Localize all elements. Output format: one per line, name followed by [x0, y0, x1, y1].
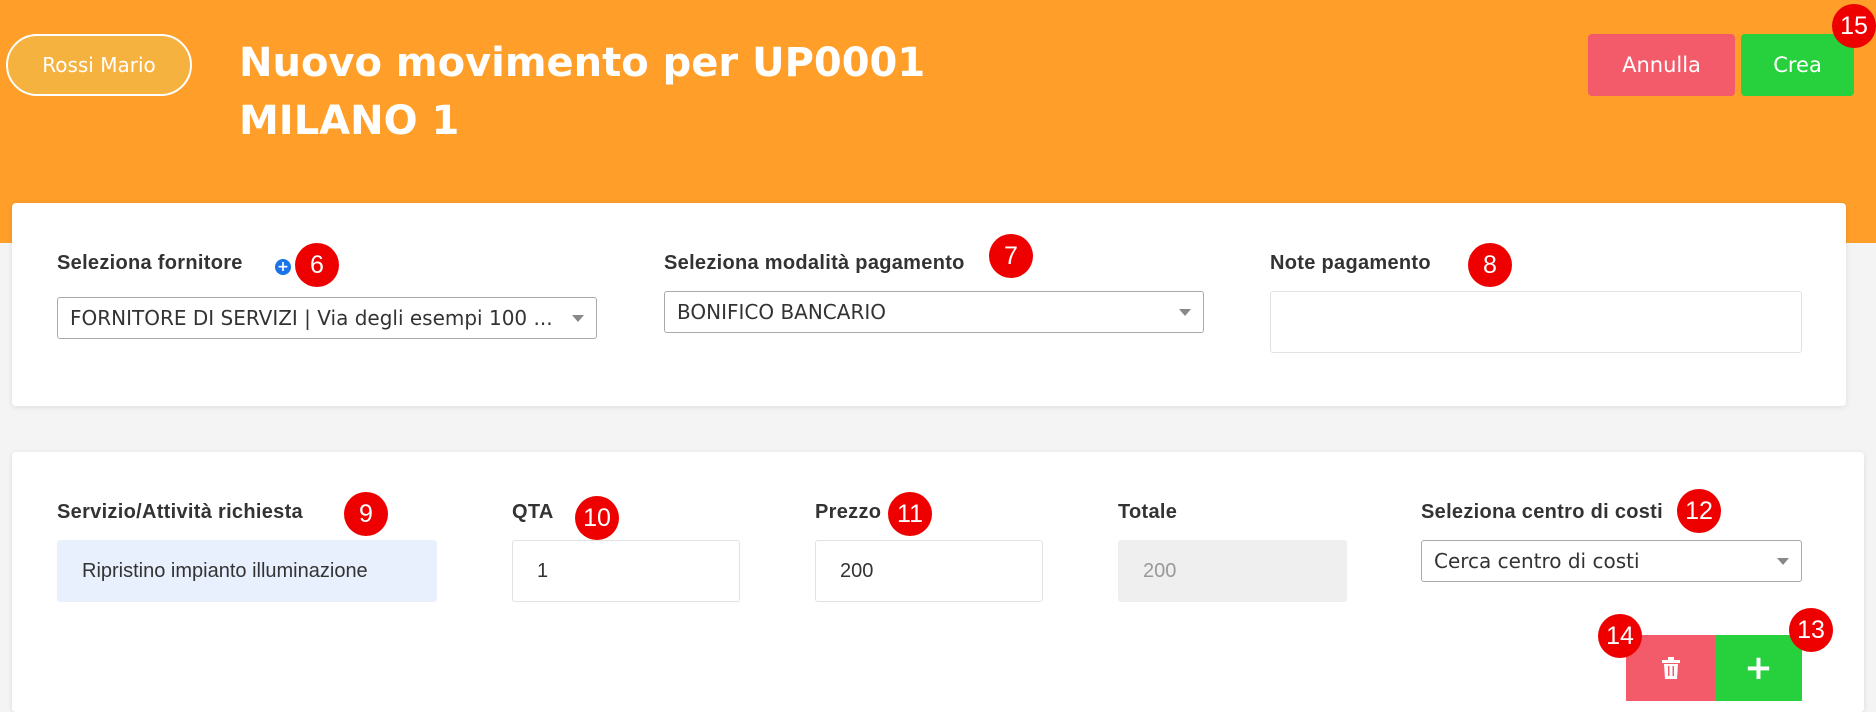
user-menu-button[interactable]: Rossi Mario: [6, 34, 192, 96]
step-badge: 10: [575, 496, 619, 540]
supplier-label: Seleziona fornitore: [57, 252, 243, 274]
page-title: Nuovo movimento per UP0001 MILANO 1: [239, 40, 926, 144]
create-button[interactable]: Crea: [1741, 34, 1854, 96]
total-label: Totale: [1118, 501, 1178, 523]
step-badge: 7: [989, 234, 1033, 278]
chevron-down-icon: [572, 315, 584, 322]
payment-notes-label: Note pagamento: [1270, 252, 1431, 274]
total-field: 200: [1118, 540, 1347, 602]
cancel-button[interactable]: Annulla: [1588, 34, 1735, 96]
payment-method-select-value: BONIFICO BANCARIO: [677, 300, 886, 324]
supplier-select[interactable]: FORNITORE DI SERVIZI | Via degli esempi …: [57, 297, 597, 339]
service-label: Servizio/Attività richiesta: [57, 501, 303, 523]
payment-method-select[interactable]: BONIFICO BANCARIO: [664, 291, 1204, 333]
price-input[interactable]: 200: [815, 540, 1043, 602]
trash-icon: [1661, 657, 1680, 679]
plus-circle-icon[interactable]: +: [275, 259, 291, 275]
step-badge: 11: [888, 492, 932, 536]
step-badge: 15: [1832, 4, 1876, 48]
payment-method-label: Seleziona modalità pagamento: [664, 252, 965, 274]
step-badge: 12: [1677, 489, 1721, 533]
chevron-down-icon: [1777, 558, 1789, 565]
chevron-down-icon: [1179, 309, 1191, 316]
cost-center-label: Seleziona centro di costi: [1421, 501, 1664, 523]
supplier-select-value: FORNITORE DI SERVIZI | Via degli esempi …: [70, 306, 553, 330]
cost-center-select-value: Cerca centro di costi: [1434, 549, 1640, 573]
cost-center-select[interactable]: Cerca centro di costi: [1421, 540, 1802, 582]
price-label: Prezzo: [815, 501, 882, 523]
service-input[interactable]: Ripristino impianto illuminazione: [57, 540, 437, 602]
payment-notes-input[interactable]: [1270, 291, 1802, 353]
step-badge: 13: [1789, 608, 1833, 652]
step-badge: 14: [1598, 614, 1642, 658]
qty-input[interactable]: 1: [512, 540, 740, 602]
qty-label: QTA: [512, 501, 554, 523]
add-row-button[interactable]: +: [1715, 635, 1802, 701]
step-badge: 6: [295, 243, 339, 287]
step-badge: 8: [1468, 243, 1512, 287]
step-badge: 9: [344, 492, 388, 536]
